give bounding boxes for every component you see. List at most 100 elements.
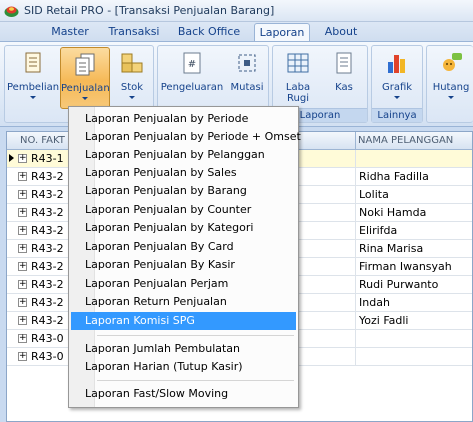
bar-chart-icon bbox=[388, 55, 405, 73]
menu-item-jumlah-pembulatan[interactable]: Laporan Jumlah Pembulatan bbox=[71, 340, 296, 358]
menu-item-by-kategori[interactable]: Laporan Penjualan by Kategori bbox=[71, 219, 296, 237]
expand-icon[interactable]: + bbox=[18, 226, 27, 235]
menu-item-by-sales[interactable]: Laporan Penjualan by Sales bbox=[71, 164, 296, 182]
cell-nama-pelanggan: Lolita bbox=[359, 188, 389, 201]
penjualan-dropdown-menu: Laporan Penjualan by Periode Laporan Pen… bbox=[68, 106, 301, 408]
number-document-icon: # bbox=[183, 52, 201, 74]
menu-item-by-counter[interactable]: Laporan Penjualan by Counter bbox=[71, 201, 296, 219]
cell-nama-pelanggan: Firman Iwansyah bbox=[359, 260, 452, 273]
column-header-faktur[interactable]: NO. FAKT bbox=[20, 135, 65, 146]
tab-transaksi[interactable]: Transaksi bbox=[104, 23, 164, 42]
ledger-icon bbox=[336, 52, 352, 74]
menu-item-by-pelanggan[interactable]: Laporan Penjualan by Pelanggan bbox=[71, 146, 296, 164]
chevron-down-icon bbox=[448, 96, 454, 99]
menu-item-fast-slow-moving[interactable]: Laporan Fast/Slow Moving bbox=[71, 385, 296, 403]
pembelian-label: Pembelian bbox=[7, 82, 60, 93]
chevron-down-icon bbox=[82, 97, 88, 100]
cell-nama-pelanggan: Ridha Fadilla bbox=[359, 170, 429, 183]
cell-faktur: R43-2 bbox=[31, 242, 64, 255]
cell-faktur: R43-2 bbox=[31, 260, 64, 273]
ribbon-group-lainnya: Grafik Lainnya bbox=[371, 45, 423, 123]
penjualan-button[interactable]: Penjualan bbox=[60, 47, 110, 109]
cell-divider bbox=[355, 222, 356, 240]
expand-icon[interactable]: + bbox=[18, 280, 27, 289]
penjualan-label: Penjualan bbox=[61, 83, 110, 94]
menu-item-harian-tutup-kasir[interactable]: Laporan Harian (Tutup Kasir) bbox=[71, 358, 296, 376]
tab-laporan[interactable]: Laporan bbox=[254, 23, 310, 42]
menu-item-by-kasir[interactable]: Laporan Penjualan By Kasir bbox=[71, 256, 296, 274]
group-label-lainnya: Lainnya bbox=[372, 108, 422, 122]
report-pages-icon bbox=[75, 53, 95, 76]
cell-divider bbox=[355, 294, 356, 312]
menu-item-by-card[interactable]: Laporan Penjualan By Card bbox=[71, 238, 296, 256]
expand-icon[interactable]: + bbox=[18, 172, 27, 181]
expand-icon[interactable]: + bbox=[18, 316, 27, 325]
tab-back-office[interactable]: Back Office bbox=[172, 23, 246, 42]
menu-item-by-barang[interactable]: Laporan Penjualan by Barang bbox=[71, 182, 296, 200]
app-logo-icon bbox=[4, 6, 19, 17]
menu-item-komisi-spg[interactable]: Laporan Komisi SPG bbox=[71, 312, 296, 330]
window-title: SID Retail PRO - [Transaksi Penjualan Ba… bbox=[24, 4, 275, 17]
stok-button[interactable]: Stok bbox=[112, 47, 152, 109]
pengeluaran-button[interactable]: # Pengeluaran bbox=[160, 47, 224, 109]
expand-icon[interactable]: + bbox=[18, 352, 27, 361]
expand-icon[interactable]: + bbox=[18, 154, 27, 163]
svg-text:#: # bbox=[188, 59, 196, 70]
column-header-nama[interactable]: NAMA PELANGGAN bbox=[358, 135, 453, 146]
mutasi-label: Mutasi bbox=[230, 82, 264, 93]
cell-faktur: R43-2 bbox=[31, 170, 64, 183]
grafik-button[interactable]: Grafik bbox=[375, 47, 419, 109]
cell-divider bbox=[355, 348, 356, 366]
boxes-icon bbox=[121, 53, 143, 73]
cell-divider bbox=[355, 330, 356, 348]
cell-divider bbox=[355, 204, 356, 222]
stok-label: Stok bbox=[120, 82, 144, 93]
cell-nama-pelanggan: Rudi Purwanto bbox=[359, 278, 439, 291]
expand-icon[interactable]: + bbox=[18, 190, 27, 199]
expand-icon[interactable]: + bbox=[18, 298, 27, 307]
tab-master[interactable]: Master bbox=[42, 23, 98, 42]
menu-item-return-penjualan[interactable]: Laporan Return Penjualan bbox=[71, 293, 296, 311]
cell-faktur: R43-2 bbox=[31, 206, 64, 219]
menu-separator bbox=[97, 335, 294, 336]
cell-divider bbox=[355, 150, 356, 168]
cell-nama-pelanggan: Noki Hamda bbox=[359, 206, 427, 219]
laba-rugi-label-1: Laba bbox=[285, 82, 311, 93]
pengeluaran-label: Pengeluaran bbox=[160, 82, 224, 93]
kas-label: Kas bbox=[335, 82, 353, 93]
cell-faktur: R43-0 bbox=[31, 350, 64, 363]
chevron-down-icon bbox=[394, 96, 400, 99]
pembelian-button[interactable]: Pembelian bbox=[7, 47, 59, 109]
cell-faktur: R43-2 bbox=[31, 188, 64, 201]
cell-divider bbox=[355, 186, 356, 204]
person-speech-icon bbox=[443, 53, 462, 71]
cell-faktur: R43-2 bbox=[31, 278, 64, 291]
hutang-label: Hutang bbox=[432, 82, 470, 93]
kas-button[interactable]: Kas bbox=[323, 47, 365, 109]
tab-about[interactable]: About bbox=[316, 23, 366, 42]
row-pointer-icon bbox=[9, 154, 14, 162]
menu-item-by-periode[interactable]: Laporan Penjualan by Periode bbox=[71, 110, 296, 128]
cell-faktur: R43-2 bbox=[31, 314, 64, 327]
menu-separator bbox=[97, 380, 294, 381]
menu-item-by-periode-omset[interactable]: Laporan Penjualan by Periode + Omset bbox=[71, 128, 301, 146]
expand-icon[interactable]: + bbox=[18, 208, 27, 217]
ribbon-tabs: Master Transaksi Back Office Laporan Abo… bbox=[0, 22, 473, 42]
cell-faktur: R43-0 bbox=[31, 332, 64, 345]
chevron-down-icon bbox=[129, 96, 135, 99]
mutasi-button[interactable]: Mutasi bbox=[227, 47, 267, 109]
table-icon bbox=[287, 53, 309, 73]
title-bar: SID Retail PRO - [Transaksi Penjualan Ba… bbox=[0, 0, 473, 22]
cell-divider bbox=[355, 276, 356, 294]
cell-divider bbox=[355, 240, 356, 258]
laba-rugi-label-2: Rugi bbox=[287, 93, 309, 104]
cell-divider bbox=[355, 258, 356, 276]
expand-icon[interactable]: + bbox=[18, 244, 27, 253]
expand-icon[interactable]: + bbox=[18, 334, 27, 343]
laba-rugi-button[interactable]: Laba Rugi bbox=[275, 47, 321, 109]
hutang-button[interactable]: Hutang bbox=[429, 47, 473, 109]
menu-item-perjam[interactable]: Laporan Penjualan Perjam bbox=[71, 275, 296, 293]
cell-divider bbox=[355, 168, 356, 186]
cell-faktur: R43-2 bbox=[31, 224, 64, 237]
expand-icon[interactable]: + bbox=[18, 262, 27, 271]
